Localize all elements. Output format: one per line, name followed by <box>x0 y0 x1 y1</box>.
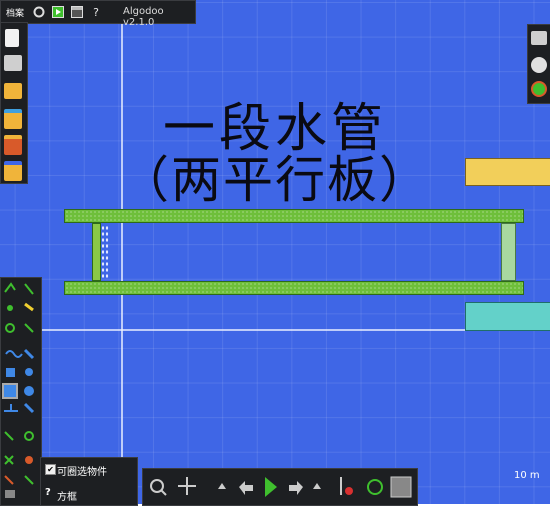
help-icon[interactable]: ? <box>88 4 104 20</box>
play-icon <box>265 477 277 497</box>
gravity-icon <box>340 477 353 495</box>
scale-icon <box>24 323 34 333</box>
select-checkbox[interactable]: ✔ <box>45 464 56 475</box>
dropdown-icon <box>218 483 226 489</box>
bottom-toolbar <box>142 468 418 506</box>
top-plate[interactable] <box>64 209 524 223</box>
right-panel <box>527 24 550 104</box>
bottom-plate[interactable] <box>64 281 524 295</box>
scale-label: 10 m <box>514 470 540 481</box>
move-tool-icon <box>7 305 13 311</box>
tools-panel <box>0 277 42 506</box>
pen-icon <box>23 348 35 360</box>
circle-tool-icon <box>24 386 34 396</box>
redo-icon <box>289 481 303 495</box>
tracer-icon <box>4 475 14 485</box>
thruster-icon <box>24 475 34 485</box>
y-axis-line <box>121 0 123 504</box>
export-icon[interactable] <box>4 161 22 181</box>
left-piston[interactable] <box>92 223 101 281</box>
gear-icon[interactable] <box>31 4 47 20</box>
axle-icon <box>24 431 34 441</box>
help-icon[interactable]: ? <box>45 487 51 498</box>
air-icon <box>367 479 383 495</box>
chain-icon <box>4 431 14 441</box>
brush-icon <box>5 490 15 498</box>
box-label: 方框 <box>57 492 77 503</box>
dropdown-icon <box>313 483 321 489</box>
printer-icon[interactable] <box>4 55 22 71</box>
open-folder-icon[interactable] <box>4 83 22 99</box>
file-menu[interactable]: 档案 <box>6 6 24 19</box>
undo-icon <box>239 481 253 495</box>
right-end-cap[interactable] <box>501 223 516 281</box>
move-icon <box>178 477 196 495</box>
rope-icon <box>5 350 23 358</box>
file-sidebar <box>0 22 28 184</box>
window-icon[interactable] <box>69 4 85 20</box>
drag-icon <box>24 302 34 312</box>
new-file-icon[interactable] <box>5 29 19 47</box>
pointer-icon <box>24 283 34 295</box>
particle-column <box>101 225 109 279</box>
scene-canvas[interactable]: 一段水管 （两平行板） 10 m <box>0 0 550 504</box>
play-icon[interactable] <box>50 4 66 20</box>
options-panel: ✔ 可圈选物件 ? 方框 <box>40 457 138 506</box>
select-checkbox-label: 可圈选物件 <box>57 467 107 478</box>
version-label: Algodoo v2.1.0 <box>123 6 164 28</box>
cyan-block[interactable] <box>465 302 550 331</box>
theme-icon[interactable] <box>531 81 547 97</box>
settings-icon[interactable] <box>531 57 547 73</box>
fixate-icon <box>4 455 14 465</box>
laser-icon <box>25 456 33 464</box>
box-tool-icon <box>2 383 18 399</box>
rotate-icon <box>5 323 15 333</box>
top-toolbar: 档案 ? Algodoo v2.1.0 <box>0 0 196 28</box>
plane-icon <box>4 404 18 412</box>
yellow-block[interactable] <box>465 158 550 186</box>
sketch-icon <box>4 282 16 293</box>
hand-icon <box>6 368 15 377</box>
gear-tool-icon <box>25 368 33 376</box>
zoom-icon <box>150 479 167 496</box>
grid-icon <box>390 476 412 498</box>
spring-icon <box>23 402 35 414</box>
load-scene-icon[interactable] <box>4 135 22 155</box>
layers-icon[interactable] <box>531 31 547 45</box>
save-icon[interactable] <box>4 109 22 129</box>
tool-grid <box>1 278 41 505</box>
